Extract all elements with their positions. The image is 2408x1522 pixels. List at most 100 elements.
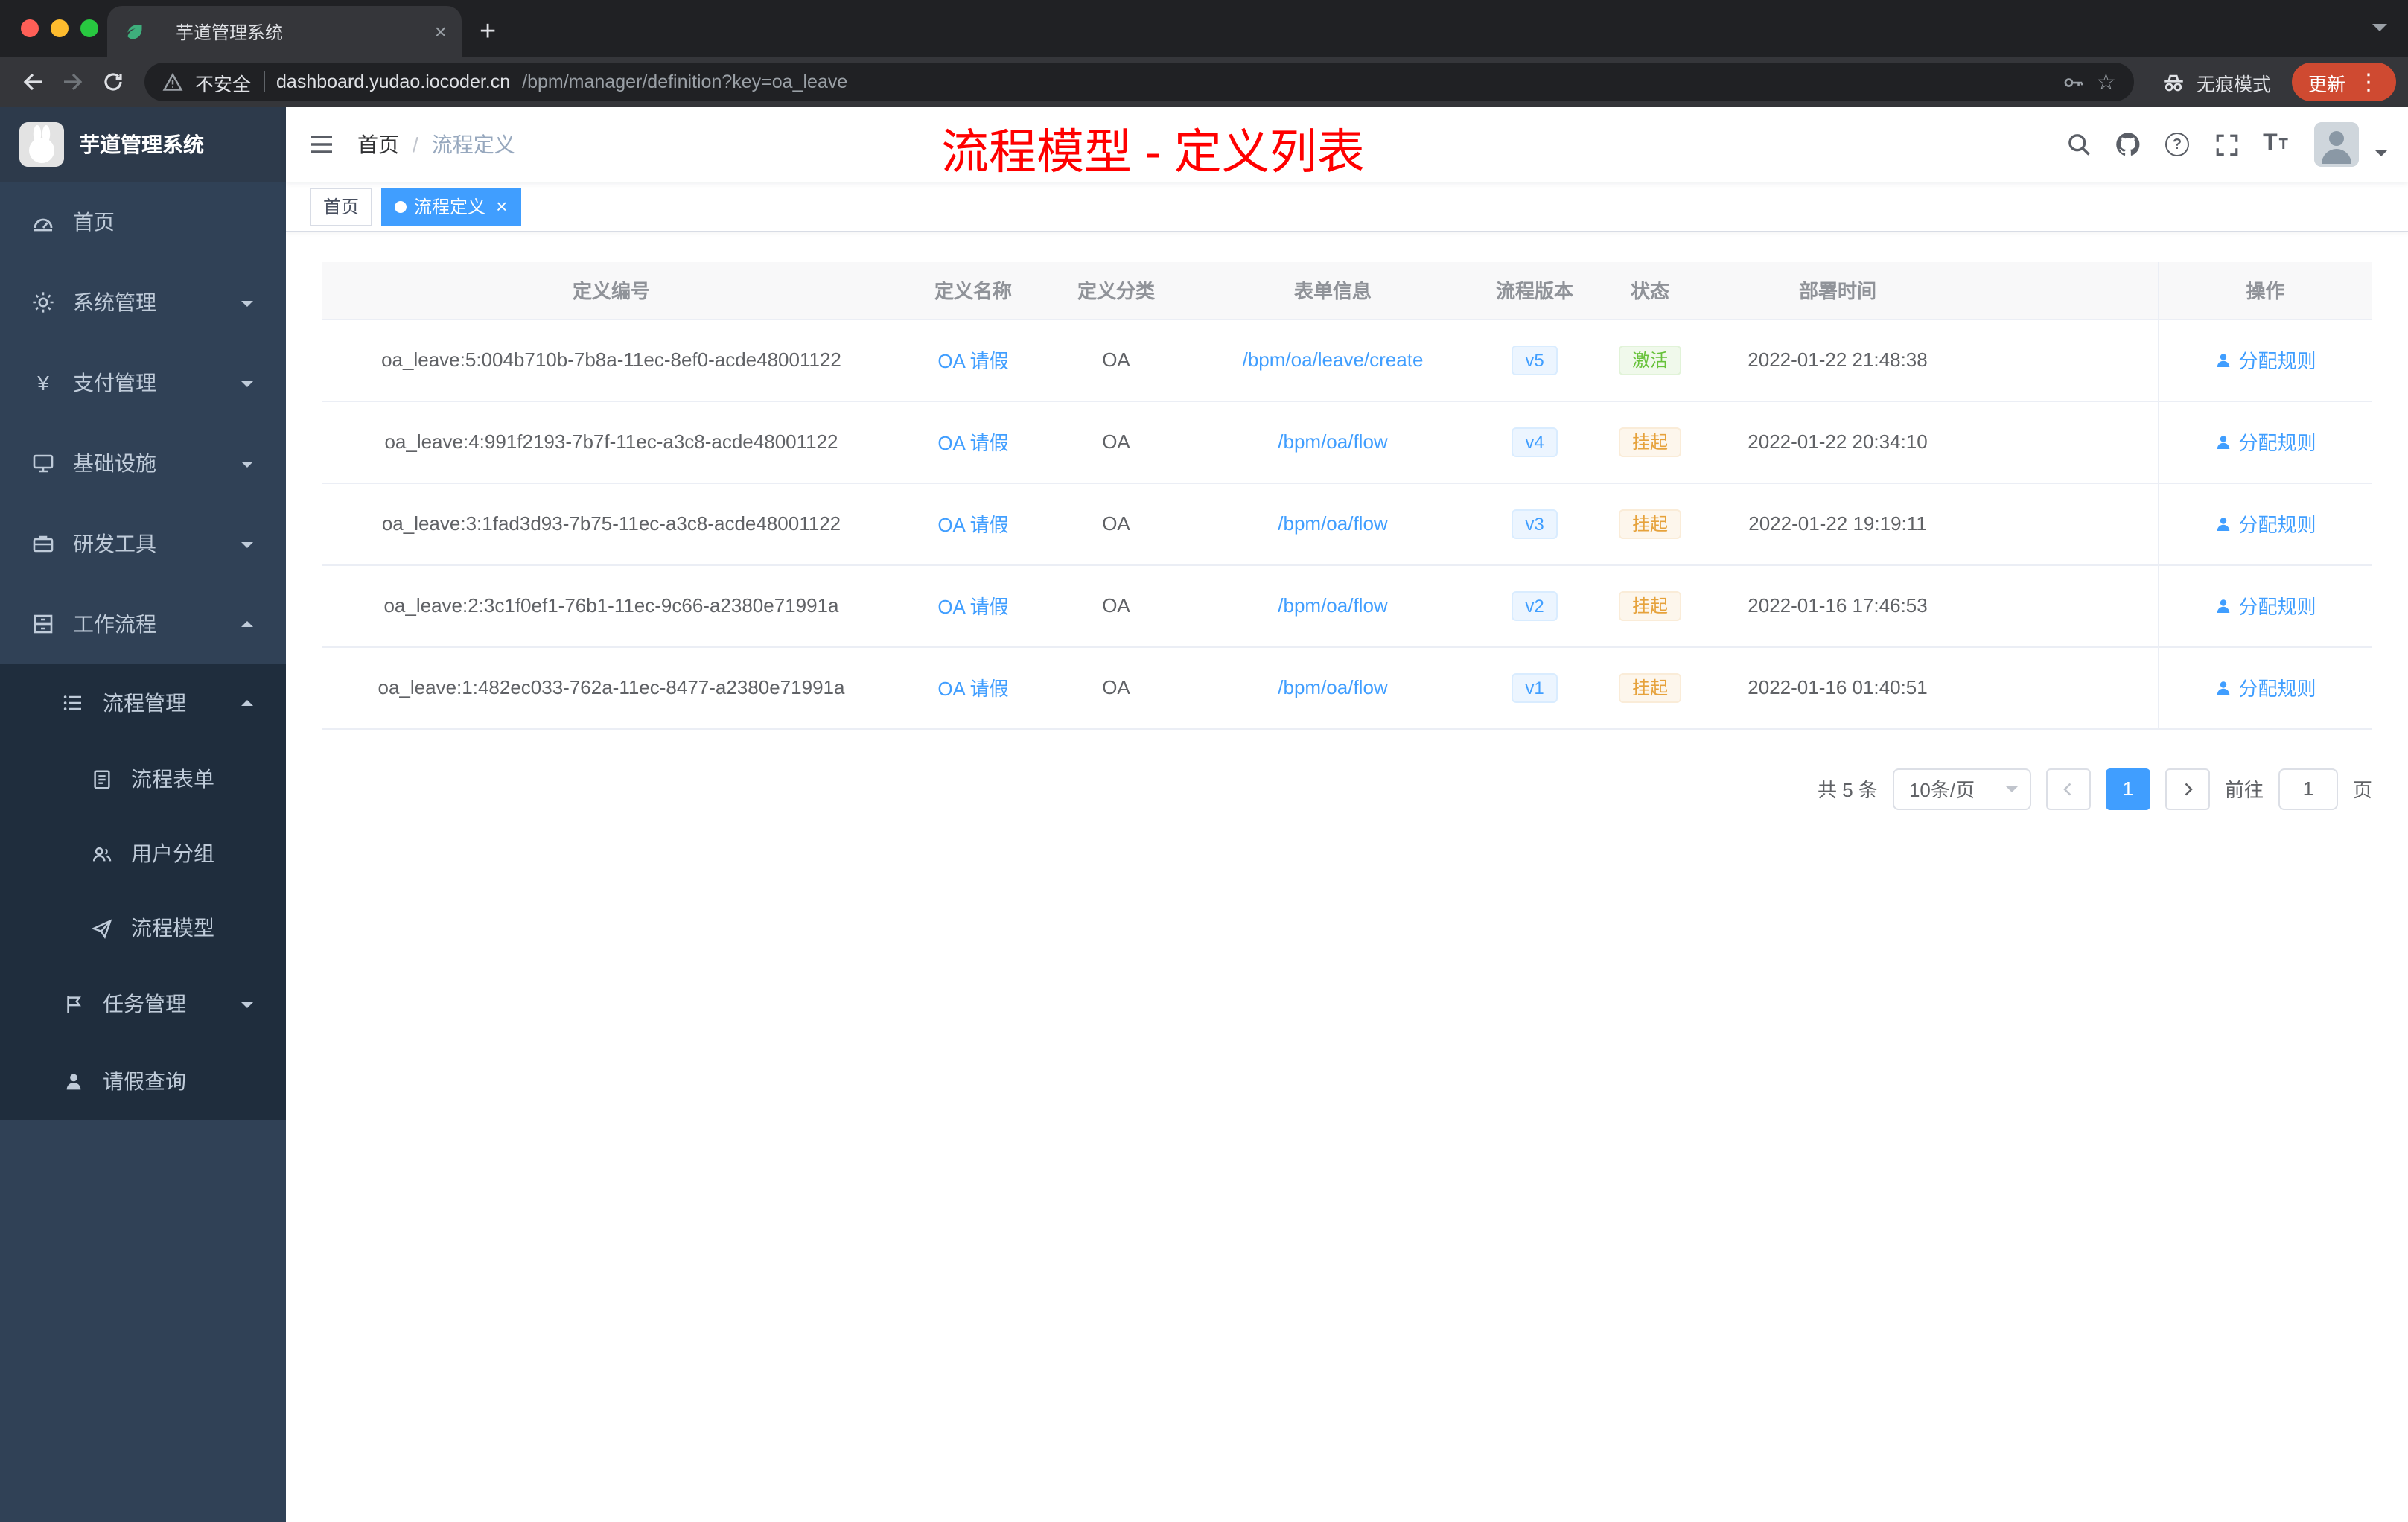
github-icon[interactable] (2112, 128, 2144, 161)
minimize-window-button[interactable] (51, 19, 69, 37)
sidebar-menu: 首页 系统管理 ¥ 支付管理 基础设施 研发工具 工作流程 流程管理 流程表单 … (0, 182, 286, 1120)
fullscreen-icon[interactable] (2210, 128, 2243, 161)
form-link[interactable]: /bpm/oa/flow (1278, 512, 1387, 535)
pagination: 共 5 条 10条/页 1 前往 页 (322, 768, 2372, 809)
user-avatar[interactable] (2314, 122, 2359, 167)
sidebar-item-workflow[interactable]: 工作流程 (0, 584, 286, 664)
cell-category: OA (1045, 483, 1187, 565)
forward-icon[interactable] (52, 62, 92, 102)
form-link[interactable]: /bpm/oa/flow (1278, 594, 1387, 617)
assign-rule-link[interactable]: 分配规则 (2214, 427, 2316, 456)
chevron-up-icon (241, 693, 253, 705)
definition-name-link[interactable]: OA 请假 (937, 678, 1008, 700)
tab-title: 芋道管理系统 (176, 22, 284, 42)
sidebar-item-user-group[interactable]: 用户分组 (0, 816, 286, 891)
new-tab-button[interactable]: + (480, 18, 496, 46)
person-icon (61, 1069, 85, 1093)
sidebar-item-label: 流程模型 (131, 916, 214, 940)
definition-name-link[interactable]: OA 请假 (937, 596, 1008, 618)
cell-deploy-time: 2022-01-22 21:48:38 (1710, 319, 1966, 401)
tag-process-definition[interactable]: 流程定义 × (381, 187, 521, 226)
question-icon: ? (2165, 133, 2189, 156)
back-icon[interactable] (12, 62, 52, 102)
sidebar: 芋道管理系统 首页 系统管理 ¥ 支付管理 基础设施 研发工具 工作流程 流程管… (0, 107, 286, 1522)
version-badge: v1 (1512, 672, 1558, 702)
col-filler (1966, 262, 2158, 319)
search-icon[interactable] (2063, 128, 2095, 161)
sidebar-item-payment[interactable]: ¥ 支付管理 (0, 343, 286, 423)
status-badge: 挂起 (1618, 590, 1681, 620)
cell-definition-id: oa_leave:4:991f2193-7b7f-11ec-a3c8-acde4… (322, 401, 901, 483)
font-size-icon[interactable]: TT (2259, 128, 2292, 161)
user-icon (2217, 681, 2230, 694)
page-annotation-title: 流程模型 - 定义列表 (941, 125, 1365, 179)
dashboard-icon (31, 210, 55, 234)
sidebar-item-label: 研发工具 (73, 532, 156, 555)
browser-menu-icon[interactable]: ⋮ (2357, 71, 2380, 93)
incognito-badge: 无痕模式 (2146, 68, 2286, 96)
prev-page-button[interactable] (2045, 768, 2091, 809)
assign-rule-link[interactable]: 分配规则 (2214, 673, 2316, 701)
flag-icon (61, 992, 85, 1016)
sidebar-item-dev-tools[interactable]: 研发工具 (0, 503, 286, 584)
url-path: /bpm/manager/definition?key=oa_leave (522, 71, 848, 92)
update-button[interactable]: 更新 ⋮ (2291, 63, 2396, 101)
browser-tab[interactable]: 芋道管理系统 × (107, 6, 462, 57)
gear-icon (31, 290, 55, 314)
sidebar-item-infrastructure[interactable]: 基础设施 (0, 423, 286, 503)
table-header-row: 定义编号 定义名称 定义分类 表单信息 流程版本 状态 部署时间 操作 (322, 262, 2372, 319)
form-link[interactable]: /bpm/oa/flow (1278, 676, 1387, 698)
form-link[interactable]: /bpm/oa/flow (1278, 430, 1387, 453)
assign-rule-link[interactable]: 分配规则 (2214, 591, 2316, 620)
paper-plane-icon (89, 916, 113, 940)
key-icon[interactable] (2062, 71, 2084, 93)
close-window-button[interactable] (21, 19, 39, 37)
cell-deploy-time: 2022-01-16 01:40:51 (1710, 646, 1966, 729)
version-badge: v5 (1512, 345, 1558, 375)
logo-avatar (19, 122, 64, 167)
sidebar-item-task-management[interactable]: 任务管理 (0, 965, 286, 1042)
reload-icon[interactable] (92, 62, 133, 102)
definition-name-link[interactable]: OA 请假 (937, 432, 1008, 454)
definition-name-link[interactable]: OA 请假 (937, 514, 1008, 536)
app-title: 芋道管理系统 (79, 133, 204, 156)
workflow-submenu: 流程管理 流程表单 用户分组 流程模型 任务管理 请假查询 (0, 664, 286, 1120)
caret-down-icon[interactable] (2375, 150, 2387, 162)
table-row: oa_leave:4:991f2193-7b7f-11ec-a3c8-acde4… (322, 401, 2372, 483)
page-size-select[interactable]: 10条/页 (1892, 768, 2031, 809)
sidebar-item-label: 任务管理 (103, 992, 186, 1016)
tag-active-dot (395, 200, 407, 212)
sidebar-item-leave-query[interactable]: 请假查询 (0, 1042, 286, 1120)
sidebar-item-process-management[interactable]: 流程管理 (0, 664, 286, 742)
sidebar-collapse-icon[interactable] (286, 130, 357, 159)
toolbox-icon (31, 532, 55, 555)
assign-rule-link[interactable]: 分配规则 (2214, 509, 2316, 538)
sidebar-item-process-form[interactable]: 流程表单 (0, 742, 286, 816)
sidebar-item-system[interactable]: 系统管理 (0, 262, 286, 343)
breadcrumb-home[interactable]: 首页 (357, 130, 399, 159)
help-icon[interactable]: ? (2161, 128, 2194, 161)
list-icon (61, 691, 85, 715)
goto-page-input[interactable] (2278, 768, 2338, 809)
sidebar-item-label: 基础设施 (73, 451, 156, 475)
tag-close-icon[interactable]: × (496, 197, 507, 216)
user-group-icon (89, 841, 113, 865)
page-number-button[interactable]: 1 (2105, 768, 2150, 809)
bookmark-star-icon[interactable]: ☆ (2096, 71, 2116, 93)
security-label: 不安全 (195, 74, 252, 95)
definition-name-link[interactable]: OA 请假 (937, 350, 1008, 372)
next-page-button[interactable] (2165, 768, 2210, 809)
chevron-down-icon (2005, 786, 2018, 798)
user-icon (2217, 599, 2230, 612)
assign-rule-link[interactable]: 分配规则 (2214, 346, 2316, 374)
tab-search-icon[interactable] (2372, 24, 2387, 39)
tab-close-icon[interactable]: × (435, 21, 447, 42)
sidebar-item-process-model[interactable]: 流程模型 (0, 891, 286, 965)
address-bar[interactable]: 不安全 dashboard.yudao.iocoder.cn/bpm/manag… (144, 63, 2134, 101)
incognito-icon (2161, 69, 2186, 95)
sidebar-item-home[interactable]: 首页 (0, 182, 286, 262)
sidebar-item-label: 支付管理 (73, 371, 156, 395)
maximize-window-button[interactable] (80, 19, 98, 37)
form-link[interactable]: /bpm/oa/leave/create (1243, 348, 1424, 371)
tag-home[interactable]: 首页 (310, 187, 373, 226)
